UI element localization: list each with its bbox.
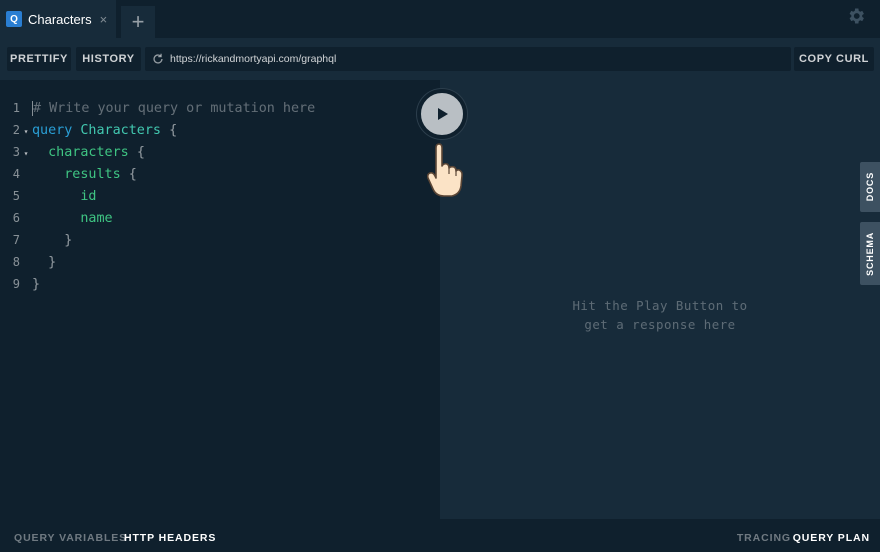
code-line: 7 } (0, 229, 315, 251)
docs-tab[interactable]: DOCS (860, 162, 880, 212)
schema-tab[interactable]: SCHEMA (860, 222, 880, 285)
code-line: 9 } (0, 273, 315, 295)
code-line: 3 ▾ characters { (0, 141, 315, 163)
close-brace: } (48, 255, 57, 270)
query-plan-tab[interactable]: QUERY PLAN (793, 532, 870, 544)
query-variables-tab[interactable]: QUERY VARIABLES (14, 532, 127, 544)
schema-tab-label: SCHEMA (865, 231, 875, 276)
gear-icon[interactable] (846, 6, 866, 26)
query-badge: Q (6, 11, 22, 27)
play-icon (438, 108, 448, 120)
prettify-button[interactable]: PRETTIFY (7, 47, 71, 71)
field-name: name (80, 211, 113, 226)
line-number: 2 (12, 123, 20, 137)
open-brace: { (136, 145, 145, 160)
tab-bar: Q Characters × + (0, 0, 880, 38)
new-tab-button[interactable]: + (121, 6, 155, 38)
tab-title: Characters (28, 11, 92, 27)
open-brace: { (128, 167, 137, 182)
line-number: 8 (12, 255, 20, 269)
placeholder-line: get a response here (584, 317, 736, 332)
code-line: 6 name (0, 207, 315, 229)
operation-name: Characters (80, 123, 161, 138)
copy-curl-button[interactable]: COPY CURL (794, 47, 874, 71)
field-characters: characters (48, 145, 129, 160)
line-number: 4 (12, 167, 20, 181)
toolbar: PRETTIFY HISTORY https://rickandmortyapi… (0, 38, 880, 80)
fold-icon[interactable]: ▾ (20, 121, 32, 143)
fold-icon[interactable]: ▾ (20, 143, 32, 165)
close-icon[interactable]: × (100, 12, 108, 27)
line-number: 9 (12, 277, 20, 291)
comment-text: # Write your query or mutation here (33, 101, 316, 116)
code-line: 8 } (0, 251, 315, 273)
line-number: 7 (12, 233, 20, 247)
open-brace: { (169, 123, 178, 138)
line-number: 6 (12, 211, 20, 225)
endpoint-url-text: https://rickandmortyapi.com/graphql (170, 53, 337, 65)
placeholder-line: Hit the Play Button to (572, 298, 748, 313)
line-number: 3 (12, 145, 20, 159)
execute-query-button[interactable] (417, 89, 467, 139)
bottom-bar: QUERY VARIABLES HTTP HEADERS TRACING QUE… (0, 519, 880, 552)
code-area[interactable]: 1 # Write your query or mutation here 2 ▾… (0, 97, 315, 295)
line-number: 5 (12, 189, 20, 203)
code-line: 5 id (0, 185, 315, 207)
endpoint-url-input[interactable]: https://rickandmortyapi.com/graphql (145, 47, 791, 71)
close-brace: } (64, 233, 73, 248)
code-line: 2 ▾ query Characters { (0, 119, 315, 141)
docs-tab-label: DOCS (865, 172, 875, 202)
pointing-hand-icon (426, 143, 463, 197)
http-headers-tab[interactable]: HTTP HEADERS (124, 532, 216, 544)
tab-characters[interactable]: Q Characters × (0, 0, 116, 38)
field-id: id (80, 189, 97, 204)
close-brace: } (32, 277, 41, 292)
line-number: 1 (12, 101, 20, 115)
code-line: 1 # Write your query or mutation here (0, 97, 315, 119)
result-placeholder: Hit the Play Button to get a response he… (440, 296, 880, 334)
tracing-tab[interactable]: TRACING (737, 532, 791, 544)
query-editor[interactable]: 1 # Write your query or mutation here 2 ▾… (0, 80, 440, 519)
reload-icon[interactable] (151, 52, 165, 66)
code-line: 4 results { (0, 163, 315, 185)
query-keyword: query (32, 123, 73, 138)
field-results: results (64, 167, 121, 182)
history-button[interactable]: HISTORY (76, 47, 141, 71)
